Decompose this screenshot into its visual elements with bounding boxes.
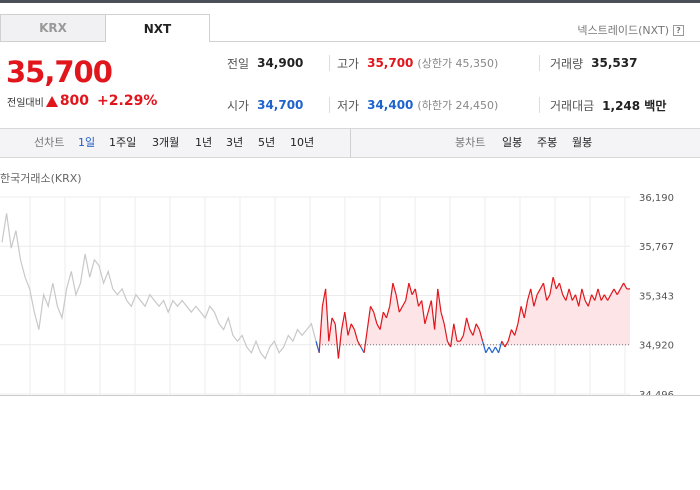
chart-svg: 36,19035,76735,34334,92034,496 — [0, 193, 674, 396]
stat-label: 시가 — [227, 98, 250, 113]
price-segment — [498, 341, 503, 353]
top-border — [0, 0, 700, 3]
stat-prev-close: 전일 34,900 — [227, 48, 303, 78]
provider-label: 넥스트레이드(NXT) — [577, 24, 669, 37]
lower-limit: (하한가 24,450) — [417, 99, 499, 112]
stat-value: 34,400 — [367, 98, 414, 112]
chart-toolbar: 선차트 1일 1주일 3개월 1년 3년 5년 10년 봉차트 일봉 주봉 월봉 — [0, 128, 700, 158]
candle-monthly[interactable]: 월봉 — [572, 129, 592, 157]
exchange-tabs: KRX NXT — [0, 14, 210, 42]
premarket-line — [1, 213, 317, 360]
period-1d[interactable]: 1일 — [78, 129, 95, 157]
price-change: 전일대비 800 +2.29% — [7, 93, 157, 109]
stat-label: 거래대금 — [550, 98, 595, 113]
price-segment — [485, 346, 490, 354]
price-segment — [494, 346, 500, 354]
y-tick-label: 34,920 — [639, 341, 674, 352]
divider — [539, 97, 540, 113]
candle-daily[interactable]: 일봉 — [502, 129, 522, 157]
period-5y[interactable]: 5년 — [258, 129, 275, 157]
stats-panel: 전일 34,900 고가 35,700 (상한가 45,350) 거래량 35,… — [210, 46, 700, 124]
stat-label: 전일 — [227, 56, 250, 71]
stats-row-2: 시가 34,700 저가 34,400 (하한가 24,450) 거래대금 1,… — [210, 90, 700, 120]
price-segment — [488, 346, 493, 354]
divider — [539, 55, 540, 71]
current-price: 35,700 — [6, 55, 113, 89]
up-arrow-icon — [45, 95, 58, 107]
upper-limit: (상한가 45,350) — [417, 57, 499, 70]
y-tick-label: 36,190 — [639, 193, 674, 204]
period-3y[interactable]: 3년 — [226, 129, 243, 157]
candle-weekly[interactable]: 주봉 — [537, 129, 557, 157]
stat-volume: 거래량 35,537 — [550, 48, 637, 78]
period-10y[interactable]: 10년 — [290, 129, 314, 157]
help-icon[interactable]: ? — [673, 24, 684, 36]
line-chart-label: 선차트 — [34, 136, 65, 149]
chart-bottom-border — [0, 395, 700, 396]
change-value: 800 — [59, 93, 90, 109]
y-tick-label: 35,343 — [639, 292, 674, 303]
stat-high: 고가 35,700 (상한가 45,350) — [337, 48, 498, 78]
candle-chart-label: 봉차트 — [455, 136, 486, 149]
price-segment — [491, 346, 496, 354]
stat-label: 저가 — [337, 98, 360, 113]
stat-value: 34,900 — [257, 56, 304, 70]
provider-info: 넥스트레이드(NXT) ? — [577, 22, 684, 38]
divider — [329, 97, 330, 113]
period-3m[interactable]: 3개월 — [152, 129, 179, 157]
stat-open: 시가 34,700 — [227, 90, 303, 120]
period-1y[interactable]: 1년 — [195, 129, 212, 157]
change-percent: +2.29% — [97, 93, 158, 109]
stat-value: 1,248 백만 — [602, 98, 667, 113]
stat-amount: 거래대금 1,248 백만 — [550, 90, 666, 120]
divider — [329, 55, 330, 71]
stat-label: 거래량 — [550, 56, 584, 71]
exchange-label: 한국거래소(KRX) — [0, 172, 82, 185]
stat-value: 35,537 — [591, 56, 638, 70]
period-1w[interactable]: 1주일 — [109, 129, 136, 157]
stats-row-1: 전일 34,900 고가 35,700 (상한가 45,350) 거래량 35,… — [210, 48, 700, 78]
tab-nxt[interactable]: NXT — [105, 14, 210, 42]
stat-value: 34,700 — [257, 98, 304, 112]
stat-label: 고가 — [337, 56, 360, 71]
change-label: 전일대비 — [7, 97, 44, 109]
toolbar-divider — [350, 129, 351, 158]
tabs-divider — [209, 41, 700, 42]
stat-value: 35,700 — [367, 56, 414, 70]
stat-low: 저가 34,400 (하한가 24,450) — [337, 90, 498, 120]
price-chart[interactable]: 36,190 35,767 35,343 34,920 34,496 — [0, 186, 700, 396]
y-tick-label: 35,767 — [639, 242, 674, 253]
tab-krx[interactable]: KRX — [0, 14, 105, 42]
